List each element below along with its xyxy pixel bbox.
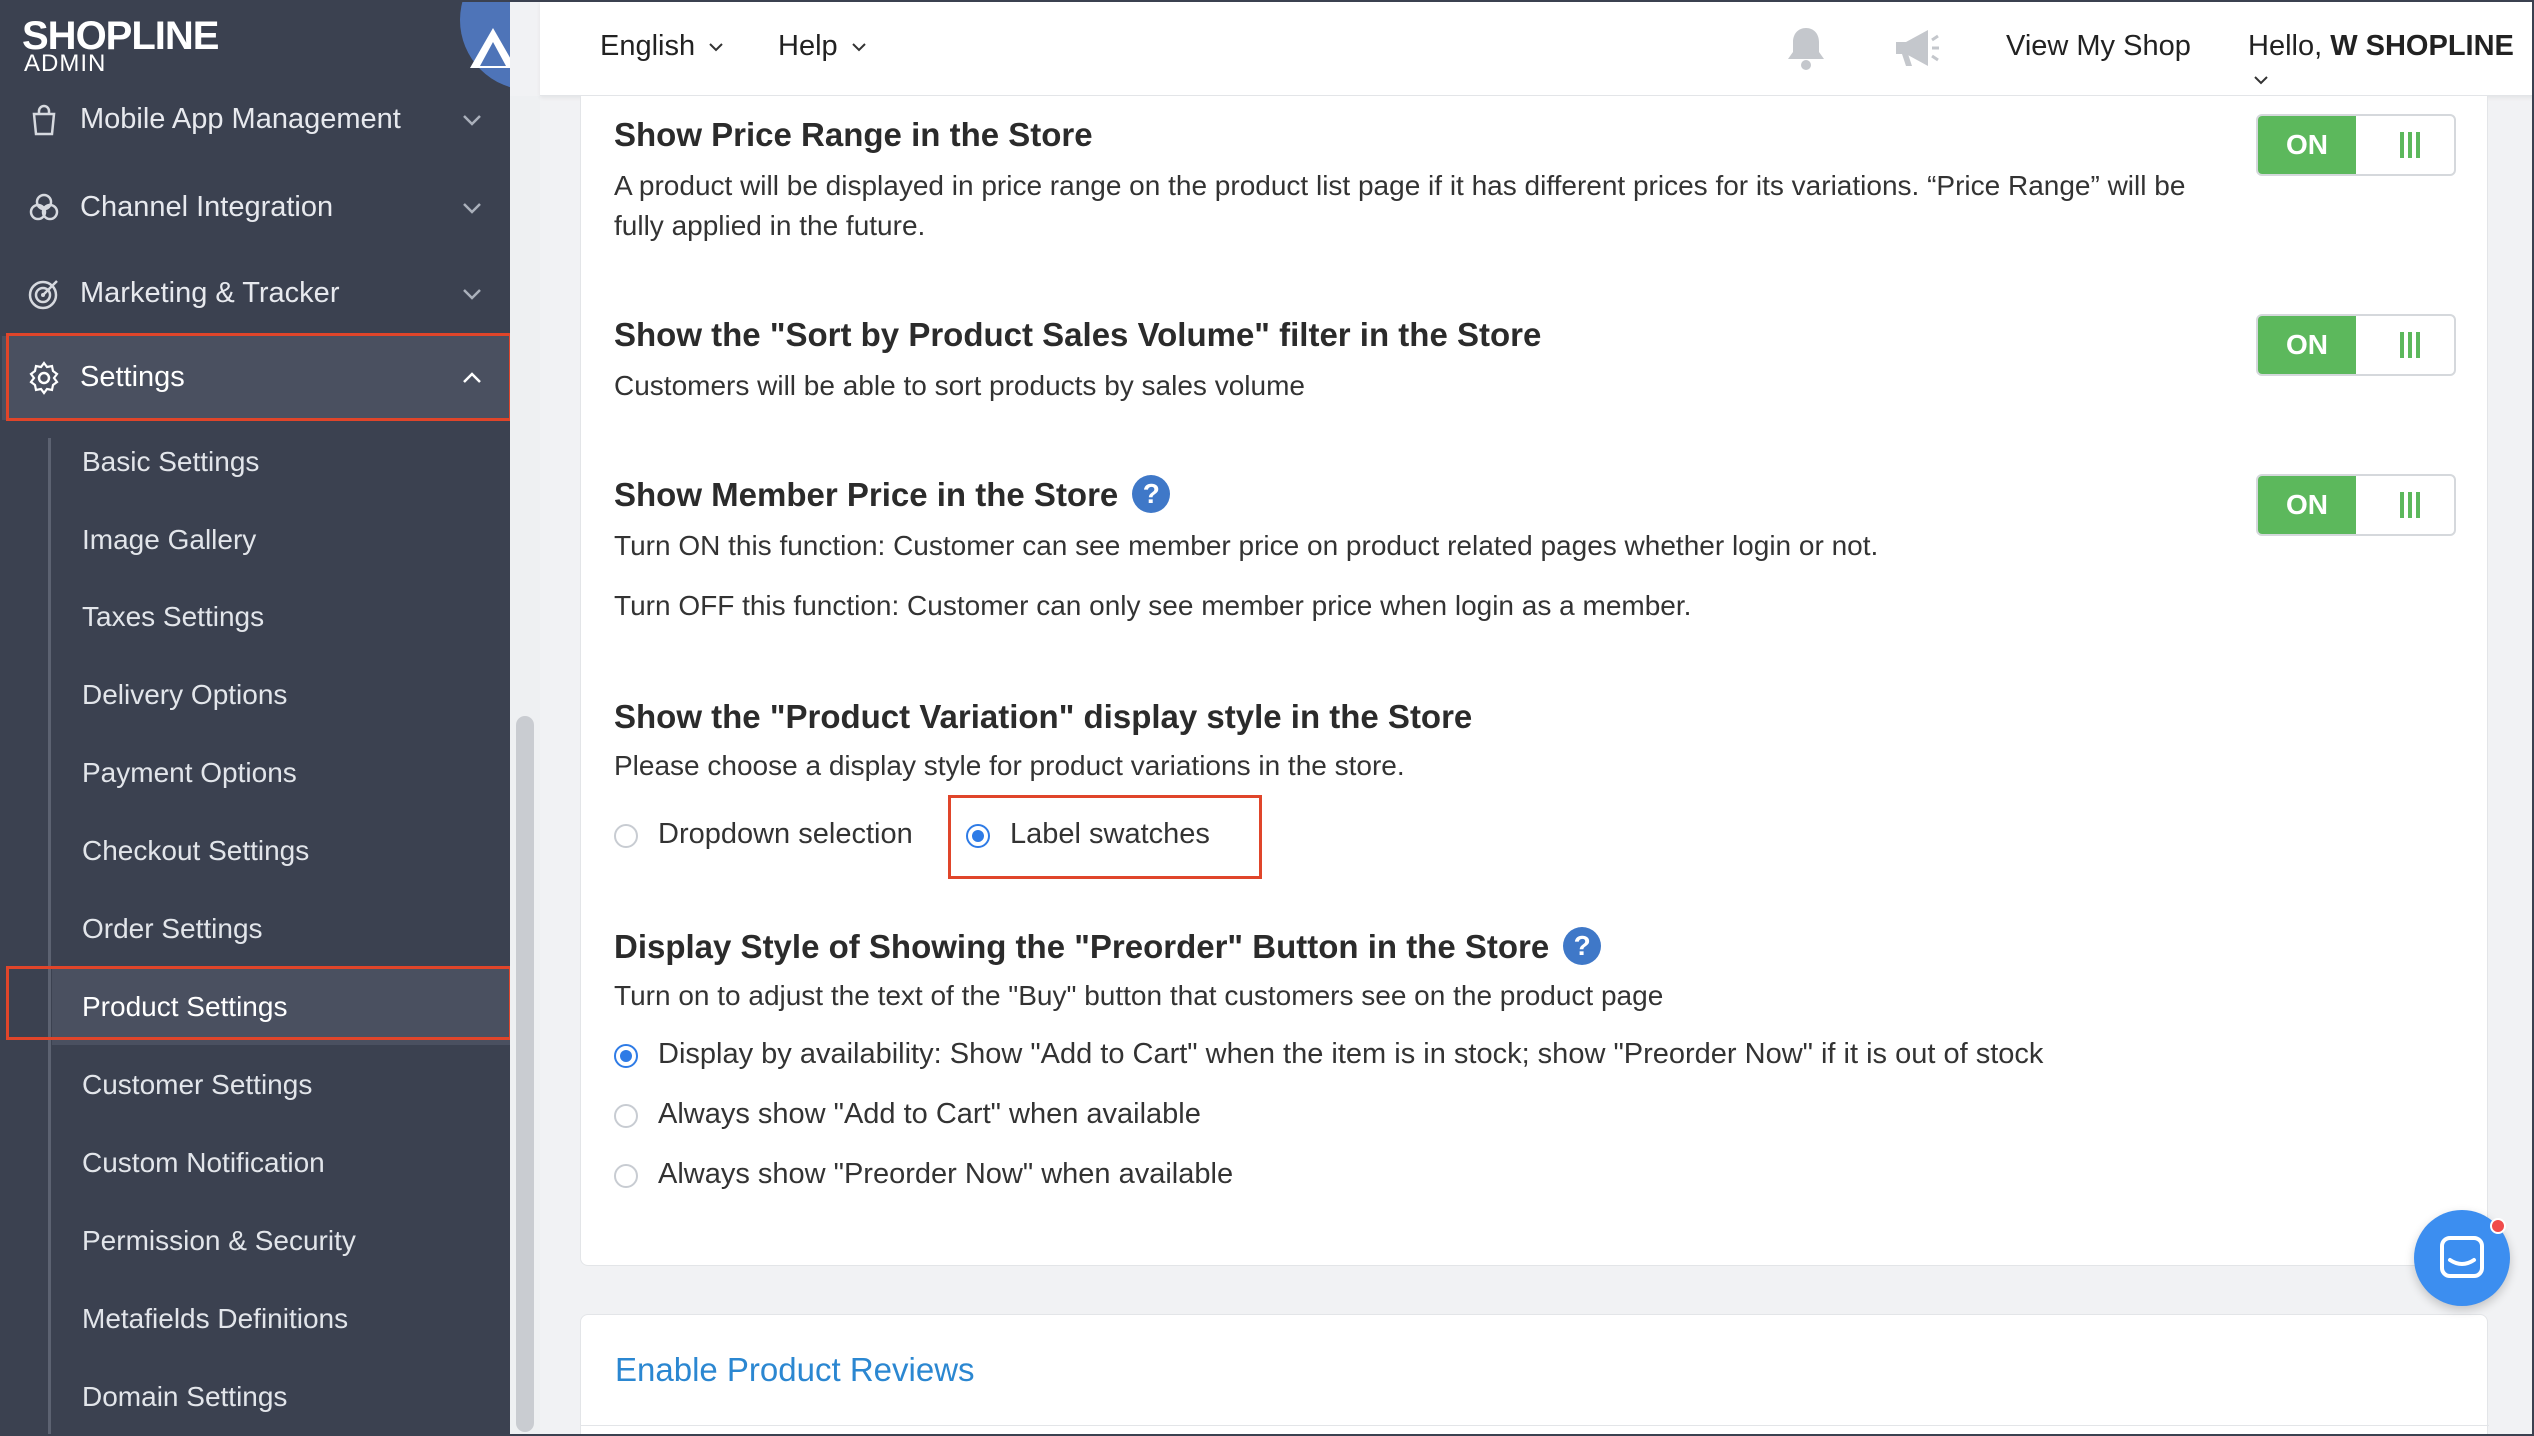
radio-unchecked[interactable] (614, 1164, 638, 1188)
sidebar-sub-metafields[interactable]: Metafields Definitions (52, 1281, 510, 1357)
sort-sales-title: Show the "Sort by Product Sales Volume" … (614, 316, 1542, 353)
sidebar-sub-basic-settings[interactable]: Basic Settings (52, 424, 510, 500)
view-my-shop-link[interactable]: View My Shop (2006, 30, 2191, 63)
sub-item-label: Customer Settings (82, 1069, 313, 1100)
sub-item-label: Order Settings (82, 913, 263, 944)
sort-sales-toggle[interactable]: ON (2256, 314, 2456, 376)
channels-icon (29, 193, 59, 221)
preorder-title-text: Display Style of Showing the "Preorder" … (614, 928, 1550, 965)
chevron-down-icon (463, 115, 481, 126)
sidebar-item-marketing[interactable]: Marketing & Tracker (0, 252, 510, 336)
settings-highlight-box (6, 333, 510, 421)
topbar: English Help View My Shop Hello, W SHOPL… (540, 0, 2534, 96)
product-settings-card (580, 96, 2488, 1266)
chevron-down-icon (463, 203, 481, 214)
radio-checked[interactable] (614, 1044, 638, 1068)
sidebar-sub-image-gallery[interactable]: Image Gallery (52, 502, 510, 578)
sub-item-label: Payment Options (82, 757, 297, 788)
member-price-toggle[interactable]: ON (2256, 474, 2456, 536)
sidebar-item-channel[interactable]: Channel Integration (0, 166, 510, 250)
sidebar-sub-delivery-options[interactable]: Delivery Options (52, 657, 510, 733)
preorder-title: Display Style of Showing the "Preorder" … (614, 927, 1602, 968)
variation-desc: Please choose a display style for produc… (614, 750, 1405, 781)
member-price-desc-off: Turn OFF this function: Customer can onl… (614, 590, 1692, 621)
variation-title: Show the "Product Variation" display sty… (614, 698, 1473, 735)
notification-dot (2490, 1218, 2506, 1234)
sidebar-item-mobile-app[interactable]: Mobile App Management (0, 78, 510, 162)
user-name: W SHOPLINE (2330, 30, 2514, 62)
sidebar-sub-taxes-settings[interactable]: Taxes Settings (52, 579, 510, 655)
radio-label: Always show "Add to Cart" when available (658, 1098, 1201, 1130)
sort-sales-desc: Customers will be able to sort products … (614, 370, 1305, 401)
sub-item-label: Delivery Options (82, 679, 288, 710)
megaphone-icon[interactable] (1890, 22, 1942, 74)
sidebar-sub-payment-options[interactable]: Payment Options (52, 735, 510, 811)
sidebar-sub-checkout-settings[interactable]: Checkout Settings (52, 813, 510, 889)
bag-icon (32, 104, 56, 136)
price-range-title: Show Price Range in the Store (614, 116, 1093, 153)
help-dropdown[interactable]: Help (778, 30, 868, 63)
target-icon (28, 280, 58, 310)
sidebar-item-label: Mobile App Management (80, 103, 401, 135)
toggle-grip-icon (2400, 332, 2420, 358)
radio-label: Dropdown selection (658, 818, 913, 850)
sub-item-label: Image Gallery (82, 524, 257, 555)
greeting-text: Hello, (2248, 30, 2331, 62)
divider (581, 1425, 2489, 1426)
price-range-desc: A product will be displayed in price ran… (614, 170, 2186, 241)
price-range-toggle[interactable]: ON (2256, 114, 2456, 176)
sidebar-scrollbar[interactable] (516, 716, 534, 1432)
chevron-down-icon (2254, 76, 2268, 85)
sub-item-label: Custom Notification (82, 1147, 325, 1178)
sub-item-label: Domain Settings (82, 1381, 288, 1412)
sub-item-label: Metafields Definitions (82, 1303, 349, 1334)
user-menu[interactable]: Hello, W SHOPLINE (2248, 30, 2534, 96)
radio-unchecked[interactable] (614, 824, 638, 848)
sub-item-label: Checkout Settings (82, 835, 310, 866)
sidebar-item-label: Marketing & Tracker (80, 277, 340, 309)
sidebar-sub-domain-settings[interactable]: Domain Settings (52, 1359, 510, 1435)
preorder-desc: Turn on to adjust the text of the "Buy" … (614, 980, 1664, 1011)
radio-unchecked[interactable] (614, 1104, 638, 1128)
radio-label: Always show "Preorder Now" when availabl… (658, 1158, 1234, 1190)
sub-item-label: Taxes Settings (82, 601, 265, 632)
toggle-on-label: ON (2258, 476, 2356, 534)
sidebar-sub-permission-security[interactable]: Permission & Security (52, 1203, 510, 1279)
product-settings-highlight-box (6, 966, 510, 1040)
chevron-down-icon (463, 289, 481, 300)
bell-icon[interactable] (1780, 22, 1832, 74)
sidebar-sub-custom-notification[interactable]: Custom Notification (52, 1125, 510, 1201)
logo-triangle-icon (470, 28, 510, 68)
radio-label: Display by availability: Show "Add to Ca… (658, 1038, 2044, 1070)
sub-item-label: Basic Settings (82, 446, 260, 477)
language-dropdown[interactable]: English (600, 30, 725, 63)
language-label: English (600, 30, 696, 62)
sidebar-sub-customer-settings[interactable]: Customer Settings (52, 1047, 510, 1123)
help-icon[interactable]: ? (1132, 475, 1171, 514)
sidebar-sub-order-settings[interactable]: Order Settings (52, 891, 510, 967)
member-price-title: Show Member Price in the Store? (614, 475, 1171, 516)
sub-item-label: Permission & Security (82, 1225, 356, 1256)
toggle-grip-icon (2400, 132, 2420, 158)
help-icon[interactable]: ? (1563, 927, 1602, 966)
toggle-grip-icon (2400, 492, 2420, 518)
help-label: Help (778, 30, 838, 62)
toggle-on-label: ON (2258, 316, 2356, 374)
enable-product-reviews-link[interactable]: Enable Product Reviews (615, 1351, 975, 1389)
member-price-title-text: Show Member Price in the Store (614, 476, 1119, 513)
reviews-card: Enable Product Reviews (580, 1314, 2489, 1436)
subnav-line (48, 438, 51, 1436)
label-swatches-highlight-box (948, 795, 1262, 879)
brand-sub: ADMIN (24, 50, 107, 77)
sidebar-item-label: Channel Integration (80, 191, 334, 223)
toggle-on-label: ON (2258, 116, 2356, 174)
chevron-down-icon (852, 43, 866, 52)
sidebar: SHOPLINE ADMIN Mobile App Management Cha… (0, 0, 510, 1436)
chevron-down-icon (709, 43, 723, 52)
member-price-desc-on: Turn ON this function: Customer can see … (614, 530, 1879, 561)
